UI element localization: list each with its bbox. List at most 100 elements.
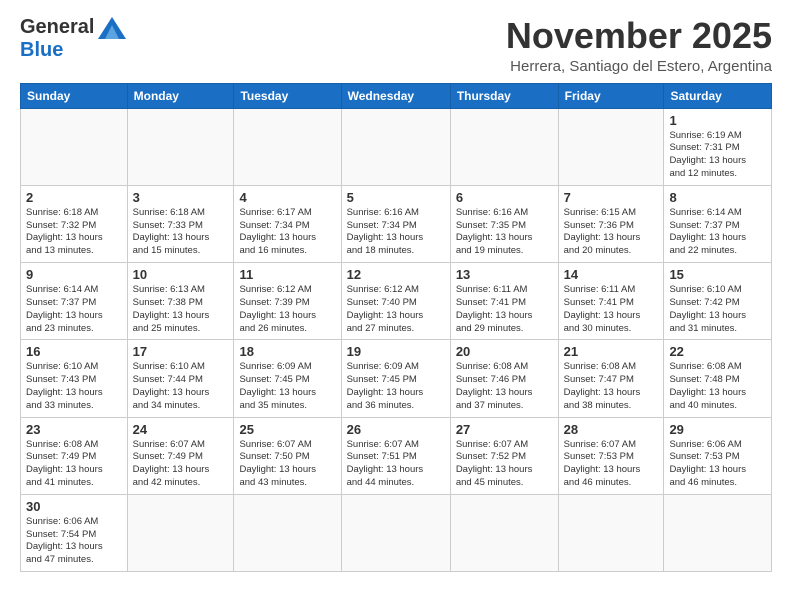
day-number: 2 xyxy=(26,190,122,205)
day-number: 14 xyxy=(564,267,659,282)
calendar-cell: 14 Sunrise: 6:11 AM Sunset: 7:41 PM Dayli… xyxy=(558,263,664,340)
day-content: Sunrise: 6:09 AM Sunset: 7:45 PM Dayligh… xyxy=(239,361,335,412)
calendar-cell: 29Sunrise: 6:06 AM Sunset: 7:53 PM Dayli… xyxy=(664,417,772,494)
day-number: 15 xyxy=(669,267,766,282)
location-text: Herrera, Santiago del Estero, Argentina xyxy=(506,58,772,75)
calendar-cell: 1 Sunrise: 6:19 AM Sunset: 7:31 PM Daylig… xyxy=(664,108,772,185)
calendar-cell: 15 Sunrise: 6:10 AM Sunset: 7:42 PM Dayli… xyxy=(664,263,772,340)
calendar-cell: 11Sunrise: 6:12 AM Sunset: 7:39 PM Dayli… xyxy=(234,263,341,340)
calendar-cell xyxy=(558,108,664,185)
calendar-day-header: Friday xyxy=(558,83,664,108)
page: General Blue November 2025 Herrera, Sant… xyxy=(0,0,792,592)
calendar-cell: 9Sunrise: 6:14 AM Sunset: 7:37 PM Daylig… xyxy=(21,263,128,340)
day-content: Sunrise: 6:11 AM Sunset: 7:41 PM Dayligh… xyxy=(564,284,659,335)
day-number: 11 xyxy=(239,267,335,282)
calendar-cell: 5 Sunrise: 6:16 AM Sunset: 7:34 PM Daylig… xyxy=(341,185,450,262)
day-number: 8 xyxy=(669,190,766,205)
day-number: 5 xyxy=(347,190,445,205)
calendar-cell xyxy=(127,108,234,185)
calendar-cell xyxy=(234,108,341,185)
day-number: 18 xyxy=(239,344,335,359)
day-content: Sunrise: 6:07 AM Sunset: 7:50 PM Dayligh… xyxy=(239,439,335,490)
day-content: Sunrise: 6:09 AM Sunset: 7:45 PM Dayligh… xyxy=(347,361,445,412)
day-number: 4 xyxy=(239,190,335,205)
day-number: 25 xyxy=(239,422,335,437)
calendar-day-header: Wednesday xyxy=(341,83,450,108)
title-section: November 2025 Herrera, Santiago del Este… xyxy=(506,16,772,75)
day-number: 19 xyxy=(347,344,445,359)
calendar-cell xyxy=(234,494,341,571)
day-number: 12 xyxy=(347,267,445,282)
calendar-week-row: 1 Sunrise: 6:19 AM Sunset: 7:31 PM Daylig… xyxy=(21,108,772,185)
calendar-cell: 6 Sunrise: 6:16 AM Sunset: 7:35 PM Daylig… xyxy=(450,185,558,262)
calendar-cell xyxy=(558,494,664,571)
calendar-cell: 20 Sunrise: 6:08 AM Sunset: 7:46 PM Dayli… xyxy=(450,340,558,417)
day-content: Sunrise: 6:16 AM Sunset: 7:35 PM Dayligh… xyxy=(456,207,553,258)
day-number: 28 xyxy=(564,422,659,437)
day-number: 20 xyxy=(456,344,553,359)
day-content: Sunrise: 6:08 AM Sunset: 7:47 PM Dayligh… xyxy=(564,361,659,412)
day-number: 23 xyxy=(26,422,122,437)
calendar-cell xyxy=(341,494,450,571)
day-number: 6 xyxy=(456,190,553,205)
calendar-cell: 19 Sunrise: 6:09 AM Sunset: 7:45 PM Dayli… xyxy=(341,340,450,417)
calendar-cell: 26Sunrise: 6:07 AM Sunset: 7:51 PM Dayli… xyxy=(341,417,450,494)
header: General Blue November 2025 Herrera, Sant… xyxy=(20,16,772,75)
calendar-table: SundayMondayTuesdayWednesdayThursdayFrid… xyxy=(20,83,772,573)
day-content: Sunrise: 6:10 AM Sunset: 7:44 PM Dayligh… xyxy=(133,361,229,412)
calendar-cell: 12 Sunrise: 6:12 AM Sunset: 7:40 PM Dayli… xyxy=(341,263,450,340)
calendar-header-row: SundayMondayTuesdayWednesdayThursdayFrid… xyxy=(21,83,772,108)
day-content: Sunrise: 6:07 AM Sunset: 7:52 PM Dayligh… xyxy=(456,439,553,490)
day-number: 24 xyxy=(133,422,229,437)
calendar-cell: 27 Sunrise: 6:07 AM Sunset: 7:52 PM Dayli… xyxy=(450,417,558,494)
logo-general-text: General xyxy=(20,16,94,39)
calendar-cell: 4 Sunrise: 6:17 AM Sunset: 7:34 PM Daylig… xyxy=(234,185,341,262)
day-number: 30 xyxy=(26,499,122,514)
day-content: Sunrise: 6:08 AM Sunset: 7:46 PM Dayligh… xyxy=(456,361,553,412)
day-number: 13 xyxy=(456,267,553,282)
day-content: Sunrise: 6:14 AM Sunset: 7:37 PM Dayligh… xyxy=(26,284,122,335)
logo-icon xyxy=(98,17,126,39)
calendar-cell: 22 Sunrise: 6:08 AM Sunset: 7:48 PM Dayli… xyxy=(664,340,772,417)
day-number: 22 xyxy=(669,344,766,359)
calendar-day-header: Saturday xyxy=(664,83,772,108)
calendar-cell: 23Sunrise: 6:08 AM Sunset: 7:49 PM Dayli… xyxy=(21,417,128,494)
calendar-cell: 3 Sunrise: 6:18 AM Sunset: 7:33 PM Daylig… xyxy=(127,185,234,262)
calendar-cell: 24Sunrise: 6:07 AM Sunset: 7:49 PM Dayli… xyxy=(127,417,234,494)
logo-blue-text: Blue xyxy=(20,39,63,62)
day-content: Sunrise: 6:16 AM Sunset: 7:34 PM Dayligh… xyxy=(347,207,445,258)
day-number: 26 xyxy=(347,422,445,437)
day-content: Sunrise: 6:07 AM Sunset: 7:53 PM Dayligh… xyxy=(564,439,659,490)
calendar-cell: 2 Sunrise: 6:18 AM Sunset: 7:32 PM Daylig… xyxy=(21,185,128,262)
calendar-cell: 8Sunrise: 6:14 AM Sunset: 7:37 PM Daylig… xyxy=(664,185,772,262)
day-number: 16 xyxy=(26,344,122,359)
calendar-day-header: Tuesday xyxy=(234,83,341,108)
calendar-cell: 7 Sunrise: 6:15 AM Sunset: 7:36 PM Daylig… xyxy=(558,185,664,262)
day-content: Sunrise: 6:15 AM Sunset: 7:36 PM Dayligh… xyxy=(564,207,659,258)
day-content: Sunrise: 6:10 AM Sunset: 7:42 PM Dayligh… xyxy=(669,284,766,335)
day-content: Sunrise: 6:06 AM Sunset: 7:54 PM Dayligh… xyxy=(26,516,122,567)
day-content: Sunrise: 6:06 AM Sunset: 7:53 PM Dayligh… xyxy=(669,439,766,490)
day-number: 3 xyxy=(133,190,229,205)
month-title: November 2025 xyxy=(506,16,772,56)
logo: General Blue xyxy=(20,16,126,62)
day-content: Sunrise: 6:19 AM Sunset: 7:31 PM Dayligh… xyxy=(669,130,766,181)
calendar-cell: 18 Sunrise: 6:09 AM Sunset: 7:45 PM Dayli… xyxy=(234,340,341,417)
calendar-cell xyxy=(21,108,128,185)
day-content: Sunrise: 6:18 AM Sunset: 7:32 PM Dayligh… xyxy=(26,207,122,258)
calendar-cell: 13Sunrise: 6:11 AM Sunset: 7:41 PM Dayli… xyxy=(450,263,558,340)
day-content: Sunrise: 6:08 AM Sunset: 7:48 PM Dayligh… xyxy=(669,361,766,412)
calendar-cell: 28 Sunrise: 6:07 AM Sunset: 7:53 PM Dayli… xyxy=(558,417,664,494)
day-number: 7 xyxy=(564,190,659,205)
day-number: 17 xyxy=(133,344,229,359)
day-number: 1 xyxy=(669,113,766,128)
day-content: Sunrise: 6:17 AM Sunset: 7:34 PM Dayligh… xyxy=(239,207,335,258)
day-number: 27 xyxy=(456,422,553,437)
day-content: Sunrise: 6:12 AM Sunset: 7:40 PM Dayligh… xyxy=(347,284,445,335)
calendar-cell: 17 Sunrise: 6:10 AM Sunset: 7:44 PM Dayli… xyxy=(127,340,234,417)
calendar-week-row: 30 Sunrise: 6:06 AM Sunset: 7:54 PM Dayli… xyxy=(21,494,772,571)
day-content: Sunrise: 6:18 AM Sunset: 7:33 PM Dayligh… xyxy=(133,207,229,258)
calendar-day-header: Monday xyxy=(127,83,234,108)
calendar-week-row: 2 Sunrise: 6:18 AM Sunset: 7:32 PM Daylig… xyxy=(21,185,772,262)
calendar-cell xyxy=(127,494,234,571)
